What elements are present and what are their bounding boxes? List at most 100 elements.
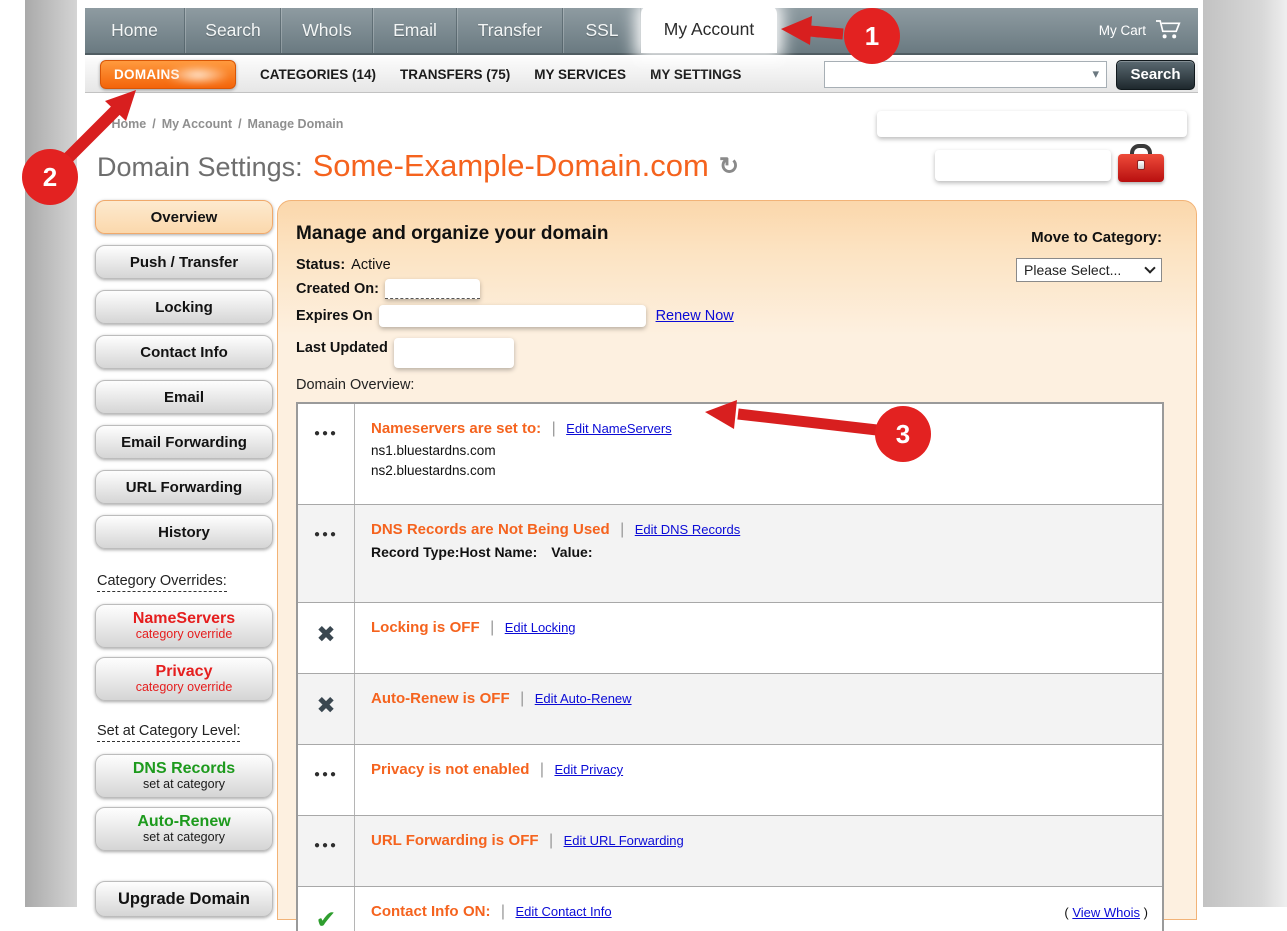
- sidebar: Overview Push / Transfer Locking Contact…: [95, 200, 273, 928]
- breadcrumb-home[interactable]: Home: [111, 117, 146, 131]
- tab-search[interactable]: Search: [185, 8, 281, 53]
- renew-now-link[interactable]: Renew Now: [656, 308, 734, 324]
- view-whois-link[interactable]: View Whois: [1072, 905, 1140, 920]
- dots-icon: ●●●: [298, 816, 355, 886]
- redacted-created-date: [385, 279, 480, 299]
- tab-transfer[interactable]: Transfer: [457, 8, 563, 53]
- edit-contact-info-link[interactable]: Edit Contact Info: [516, 904, 612, 919]
- row-locking: ✖ Locking is OFF | Edit Locking: [298, 602, 1162, 673]
- category-select[interactable]: Please Select...: [1016, 258, 1162, 282]
- browser-right-band: [1203, 0, 1287, 907]
- row-title: URL Forwarding is: [371, 832, 504, 849]
- page-title: Domain Settings: Some-Example-Domain.com…: [97, 148, 739, 184]
- edit-url-forwarding-link[interactable]: Edit URL Forwarding: [564, 833, 684, 848]
- row-body: Auto-Renew is OFF | Edit Auto-Renew: [355, 674, 1162, 744]
- row-title: Privacy is not enabled: [371, 761, 529, 778]
- sidebar-item-overview[interactable]: Overview: [95, 200, 273, 234]
- expires-line: Expires On Renew Now: [296, 305, 1178, 327]
- edit-nameservers-link[interactable]: Edit NameServers: [566, 421, 671, 436]
- row-title-emphasis: Not Being Used: [498, 521, 610, 538]
- separator: |: [552, 420, 556, 437]
- row-body: Privacy is not enabled | Edit Privacy: [355, 745, 1162, 815]
- row-body: Nameservers are set to: | Edit NameServe…: [355, 404, 1162, 504]
- separator: |: [490, 619, 494, 636]
- row-title: Auto-Renew is: [371, 690, 475, 707]
- title-prefix: Domain Settings:: [97, 152, 303, 183]
- screenshot-root: Home Search WhoIs Email Transfer SSL My …: [0, 0, 1287, 931]
- row-auto-renew: ✖ Auto-Renew is OFF | Edit Auto-Renew: [298, 673, 1162, 744]
- redacted-box-toolbox: [935, 150, 1111, 181]
- category-title: Auto-Renew: [137, 814, 230, 831]
- record-labels: Record Type:Host Name:Value:: [371, 544, 1146, 560]
- sidebar-item-url-forwarding[interactable]: URL Forwarding: [95, 470, 273, 504]
- row-privacy: ●●● Privacy is not enabled | Edit Privac…: [298, 744, 1162, 815]
- sidebar-item-auto-renew-category[interactable]: Auto-Renew set at category: [95, 807, 273, 851]
- sidebar-item-locking[interactable]: Locking: [95, 290, 273, 324]
- sidebar-item-history[interactable]: History: [95, 515, 273, 549]
- domain-search-combobox[interactable]: ▾: [824, 61, 1107, 88]
- cart-icon: [1155, 19, 1182, 43]
- sidebar-item-nameservers-override[interactable]: NameServers category override: [95, 604, 273, 648]
- subnav-my-services[interactable]: MY SERVICES: [534, 67, 626, 82]
- value-label: Value:: [551, 544, 592, 560]
- updated-line: Last Updated: [296, 333, 1178, 363]
- redacted-domains-count: [167, 65, 229, 85]
- tab-ssl[interactable]: SSL: [563, 8, 641, 53]
- separator: |: [520, 690, 524, 707]
- subnav-domains-button[interactable]: DOMAINS: [100, 60, 236, 89]
- my-cart-label: My Cart: [1099, 23, 1146, 38]
- row-body: Contact Info ON: | Edit Contact Info ( V…: [355, 887, 1162, 931]
- row-nameservers: ●●● Nameservers are set to: | Edit NameS…: [298, 404, 1162, 504]
- category-overrides-label[interactable]: Category Overrides:: [97, 573, 227, 592]
- move-to-category-label: Move to Category:: [1016, 229, 1162, 246]
- dots-icon: ●●●: [298, 404, 355, 504]
- combobox-arrow-icon[interactable]: ▾: [1092, 66, 1099, 82]
- edit-auto-renew-link[interactable]: Edit Auto-Renew: [535, 691, 632, 706]
- sidebar-item-contact-info[interactable]: Contact Info: [95, 335, 273, 369]
- x-icon: ✖: [298, 674, 355, 744]
- tab-home[interactable]: Home: [85, 8, 185, 53]
- sidebar-item-email-forwarding[interactable]: Email Forwarding: [95, 425, 273, 459]
- sidebar-item-push-transfer[interactable]: Push / Transfer: [95, 245, 273, 279]
- edit-privacy-link[interactable]: Edit Privacy: [554, 762, 623, 777]
- breadcrumb-my-account[interactable]: My Account: [162, 117, 232, 131]
- tab-email[interactable]: Email: [373, 8, 457, 53]
- home-icon: ⌂: [97, 116, 105, 132]
- edit-locking-link[interactable]: Edit Locking: [505, 620, 576, 635]
- domain-overview-label: Domain Overview:: [296, 377, 1178, 393]
- edit-dns-records-link[interactable]: Edit DNS Records: [635, 522, 740, 537]
- separator: |: [540, 761, 544, 778]
- move-to-category: Move to Category: Please Select...: [1016, 229, 1162, 282]
- subnav-categories[interactable]: CATEGORIES (14): [260, 67, 376, 82]
- override-subtitle: category override: [136, 681, 233, 694]
- row-url-forwarding: ●●● URL Forwarding is OFF | Edit URL For…: [298, 815, 1162, 886]
- row-body: Locking is OFF | Edit Locking: [355, 603, 1162, 673]
- sidebar-item-dns-records-category[interactable]: DNS Records set at category: [95, 754, 273, 798]
- page: Home Search WhoIs Email Transfer SSL My …: [77, 0, 1203, 907]
- updated-label: Last Updated: [296, 340, 388, 356]
- set-at-category-level-label[interactable]: Set at Category Level:: [97, 723, 240, 742]
- x-icon: ✖: [298, 603, 355, 673]
- separator: |: [549, 832, 553, 849]
- status-value: Active: [351, 257, 391, 273]
- tab-my-account[interactable]: My Account: [641, 5, 777, 53]
- sub-navigation: DOMAINS CATEGORIES (14) TRANSFERS (75) M…: [85, 57, 1198, 93]
- search-button[interactable]: Search: [1116, 60, 1195, 90]
- created-label: Created On:: [296, 281, 379, 297]
- tab-whois[interactable]: WhoIs: [281, 8, 373, 53]
- category-subtitle: set at category: [143, 831, 225, 844]
- row-title: Contact Info: [371, 903, 459, 920]
- toolbox-latch: [1137, 160, 1145, 170]
- row-body: URL Forwarding is OFF | Edit URL Forward…: [355, 816, 1162, 886]
- refresh-icon[interactable]: ↻: [719, 152, 739, 181]
- my-cart-button[interactable]: My Cart: [1099, 8, 1198, 53]
- upgrade-domain-button[interactable]: Upgrade Domain: [95, 881, 273, 917]
- created-line: Created On:: [296, 279, 1178, 299]
- sidebar-item-privacy-override[interactable]: Privacy category override: [95, 657, 273, 701]
- sidebar-item-email[interactable]: Email: [95, 380, 273, 414]
- subnav-my-settings[interactable]: MY SETTINGS: [650, 67, 741, 82]
- paren-close: ): [1140, 905, 1148, 920]
- toolbox-icon[interactable]: [1118, 144, 1164, 186]
- subnav-transfers[interactable]: TRANSFERS (75): [400, 67, 510, 82]
- row-status: ON:: [463, 903, 491, 920]
